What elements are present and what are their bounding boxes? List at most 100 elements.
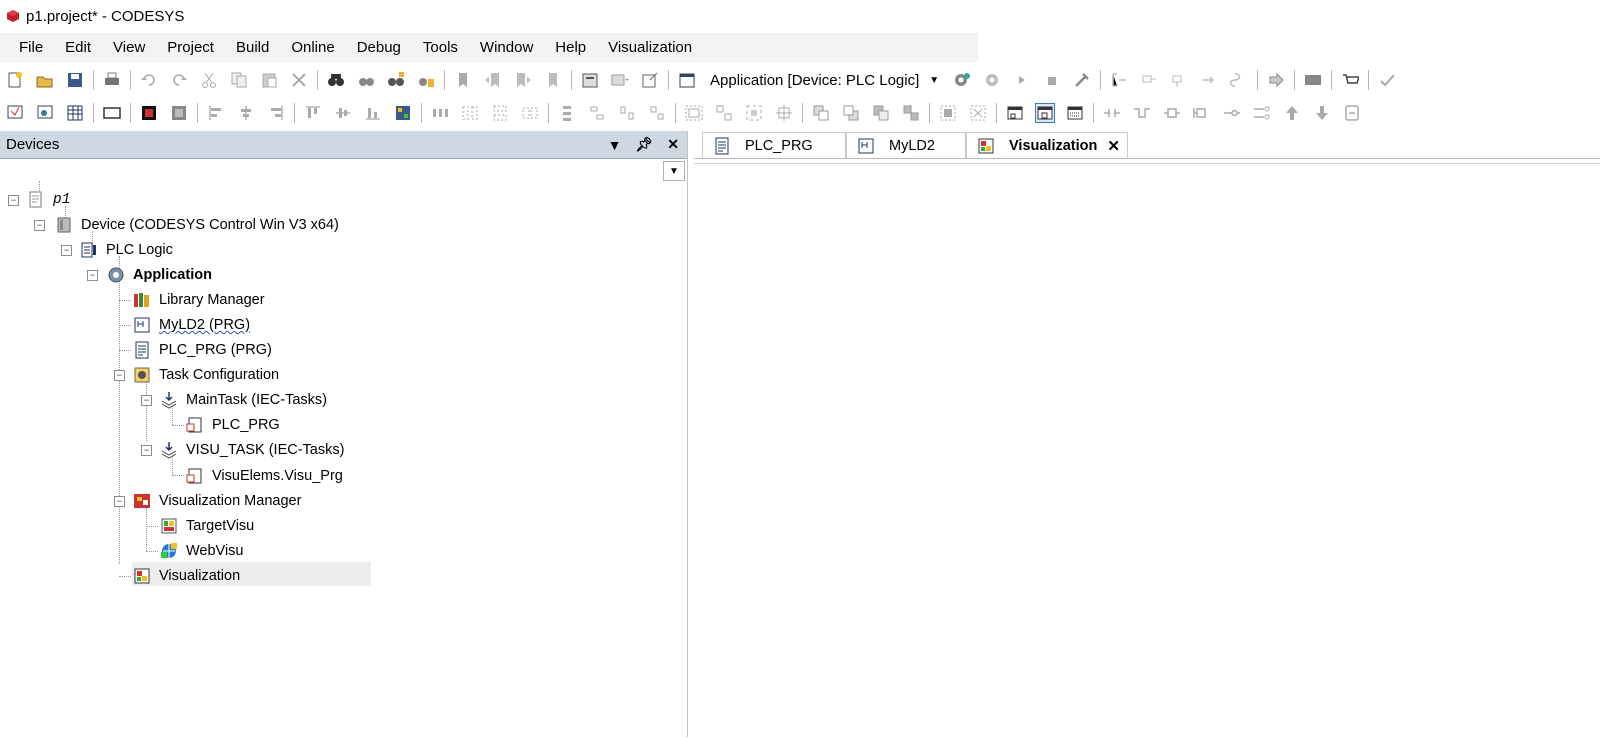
space-equal-icon[interactable] (648, 104, 666, 122)
menu-project[interactable]: Project (156, 33, 225, 62)
visualization-canvas[interactable] (694, 163, 1600, 738)
tree-node-visu-task-call[interactable]: VisuElems.Visu_Prg (186, 465, 343, 487)
distribute-v-icon[interactable] (558, 104, 576, 122)
redo-icon[interactable] (170, 71, 188, 89)
tree-node-main-task[interactable]: MainTask (IEC-Tasks) (160, 389, 327, 411)
cart-icon[interactable] (1341, 71, 1360, 89)
move-up-icon[interactable] (1283, 104, 1301, 122)
open-project-icon[interactable] (36, 71, 54, 89)
menu-help[interactable]: Help (544, 33, 597, 62)
menu-online[interactable]: Online (280, 33, 345, 62)
collapse-toggle[interactable]: − (114, 496, 125, 507)
bookmark-icon[interactable] (454, 71, 472, 89)
tree-node-task-configuration[interactable]: Task Configuration (133, 364, 279, 386)
tree-node-main-task-call[interactable]: PLC_PRG (186, 414, 280, 436)
collapse-toggle[interactable]: − (114, 370, 125, 381)
undo-icon[interactable] (140, 71, 158, 89)
tree-node-target-visu[interactable]: TargetVisu (160, 515, 254, 537)
visu-interface-icon[interactable] (36, 104, 54, 122)
bookmark-prev-icon[interactable] (484, 71, 502, 89)
calendar-icon[interactable] (678, 71, 696, 89)
rectangle-icon[interactable] (103, 104, 121, 122)
step-out-icon[interactable] (1200, 71, 1218, 89)
menu-visualization[interactable]: Visualization (597, 33, 703, 62)
login-icon[interactable] (953, 71, 971, 89)
layout-center-icon[interactable] (1035, 103, 1055, 123)
layout-grid-icon[interactable] (1066, 104, 1084, 122)
bookmark-clear-icon[interactable] (544, 71, 562, 89)
same-size-icon[interactable] (521, 104, 539, 122)
bring-front-icon[interactable] (812, 104, 830, 122)
tree-node-visu-task[interactable]: VISU_TASK (IEC-Tasks) (160, 439, 344, 461)
collapse-toggle[interactable]: − (141, 445, 152, 456)
tree-options-dropdown[interactable]: ▼ (663, 161, 685, 181)
contact-icon[interactable] (1103, 104, 1121, 122)
menu-edit[interactable]: Edit (54, 33, 102, 62)
move-down-icon[interactable] (1313, 104, 1331, 122)
tree-node-visualization[interactable]: Visualization (133, 565, 240, 587)
align-right-icon[interactable] (267, 104, 285, 122)
tree-node-library-manager[interactable]: Library Manager (133, 289, 265, 311)
deselect-icon[interactable] (969, 104, 987, 122)
align-bottom-icon[interactable] (364, 104, 382, 122)
same-width-icon[interactable] (461, 104, 479, 122)
menu-view[interactable]: View (102, 33, 156, 62)
save-icon[interactable] (66, 71, 84, 89)
box-icon[interactable] (1193, 104, 1211, 122)
menu-debug[interactable]: Debug (346, 33, 412, 62)
element-list-icon[interactable] (394, 104, 412, 122)
tree-node-project[interactable]: p1 (27, 189, 70, 211)
collapse-toggle[interactable]: − (61, 245, 72, 256)
tree-node-visualization-manager[interactable]: Visualization Manager (133, 490, 301, 512)
find-in-project-icon[interactable] (417, 71, 435, 89)
tab-plc-prg[interactable]: PLC_PRG (702, 132, 846, 158)
bring-forward-icon[interactable] (872, 104, 890, 122)
tab-visualization[interactable]: Visualization ✕ (966, 132, 1128, 158)
paste-icon[interactable] (260, 71, 278, 89)
collapse-toggle[interactable]: − (8, 195, 19, 206)
frame-icon[interactable] (775, 104, 793, 122)
find-next-icon[interactable] (357, 71, 375, 89)
stop-icon[interactable] (1043, 71, 1061, 89)
print-icon[interactable] (103, 71, 121, 89)
group-icon[interactable] (685, 104, 703, 122)
tree-node-plc-prg[interactable]: PLC_PRG (PRG) (133, 339, 272, 361)
close-icon[interactable]: ✕ (667, 136, 679, 153)
contact-parallel-icon[interactable] (1133, 104, 1151, 122)
image-pool-icon[interactable] (140, 104, 158, 122)
menu-tools[interactable]: Tools (412, 33, 469, 62)
cut-icon[interactable] (200, 71, 218, 89)
tree-node-plc-logic[interactable]: PLC Logic (80, 239, 173, 261)
breakpoint-icon[interactable] (1110, 71, 1128, 89)
tree-node-web-visu[interactable]: WebVisu (160, 540, 244, 562)
new-project-icon[interactable] (6, 71, 24, 89)
menu-build[interactable]: Build (225, 33, 280, 62)
run-to-cursor-icon[interactable] (1230, 71, 1248, 89)
send-backward-icon[interactable] (902, 104, 920, 122)
pin-icon[interactable]: 📌︎ (635, 136, 653, 153)
image-pool-gray-icon[interactable] (170, 104, 188, 122)
jump-icon[interactable] (1343, 104, 1361, 122)
same-height-icon[interactable] (491, 104, 509, 122)
menu-window[interactable]: Window (469, 33, 544, 62)
distribute-h-icon[interactable] (431, 104, 449, 122)
clipboard-icon[interactable] (581, 71, 599, 89)
branch-icon[interactable] (1253, 104, 1271, 122)
delete-icon[interactable] (290, 71, 308, 89)
collapse-toggle[interactable]: − (87, 270, 98, 281)
replace-icon[interactable] (387, 71, 405, 89)
export-icon[interactable] (641, 71, 659, 89)
space-h-icon[interactable] (618, 104, 636, 122)
layout-top-icon[interactable] (1006, 104, 1024, 122)
coil-icon[interactable] (1163, 104, 1181, 122)
close-tab-icon[interactable]: ✕ (1107, 137, 1120, 155)
panel-menu-dropdown-icon[interactable]: ▼ (608, 137, 622, 153)
object-dropdown-icon[interactable] (611, 71, 629, 89)
table-icon[interactable] (66, 104, 84, 122)
tree-node-myld2[interactable]: MyLD2 (PRG) (133, 314, 250, 336)
tree-node-application[interactable]: Application (107, 264, 212, 286)
align-middle-icon[interactable] (334, 104, 352, 122)
force-values-icon[interactable] (1267, 71, 1285, 89)
ungroup-icon[interactable] (715, 104, 733, 122)
reset-icon[interactable] (1073, 71, 1091, 89)
